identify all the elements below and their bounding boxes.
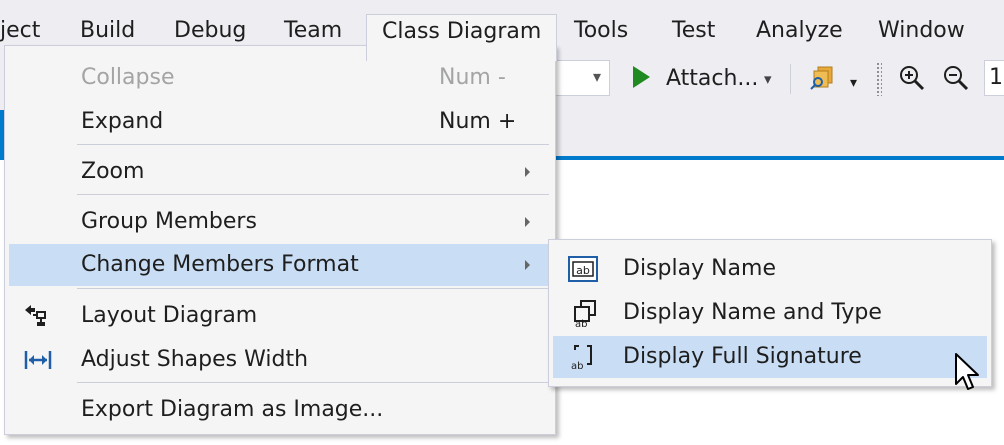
zoom-in-icon[interactable]: [898, 64, 926, 94]
toolbar-separator: [790, 64, 791, 94]
menu-item-label: Export Diagram as Image...: [81, 397, 384, 422]
display-name-icon: ab: [567, 254, 598, 284]
menu-item-shortcut: Num -: [439, 65, 506, 90]
display-full-signature-icon: ab: [567, 342, 597, 372]
find-in-files-icon[interactable]: [808, 64, 836, 94]
menu-debug[interactable]: Debug: [174, 14, 246, 48]
solution-config-combo[interactable]: ▾: [548, 60, 610, 96]
menu-separator: [77, 382, 549, 383]
submenu-arrow-icon: [525, 260, 530, 270]
submenu-item-label: Display Name: [623, 256, 776, 281]
attach-dropdown-icon[interactable]: ▾: [764, 64, 772, 94]
svg-text:ab: ab: [576, 264, 590, 277]
toolbar-overflow-icon[interactable]: ▾: [850, 68, 857, 98]
adjust-width-icon: [23, 346, 52, 374]
menu-analyze[interactable]: Analyze: [756, 14, 843, 48]
mouse-pointer-icon: [954, 352, 982, 394]
play-icon[interactable]: [633, 66, 650, 88]
attach-button[interactable]: Attach...: [666, 62, 758, 96]
menu-item-label: Expand: [81, 109, 164, 134]
menu-project[interactable]: ject: [0, 14, 40, 48]
menu-item-layout-diagram[interactable]: Layout Diagram: [9, 296, 551, 336]
menu-class-diagram[interactable]: Class Diagram: [366, 14, 558, 61]
submenu-arrow-icon: [525, 217, 530, 227]
zoom-level-field[interactable]: 1(: [984, 60, 1004, 96]
zoom-out-icon[interactable]: [942, 64, 970, 94]
menu-item-label: Adjust Shapes Width: [81, 347, 309, 372]
menu-separator: [77, 144, 549, 145]
toolbar-grip[interactable]: [876, 62, 882, 96]
menu-build[interactable]: Build: [80, 14, 135, 48]
submenu-item-label: Display Full Signature: [623, 344, 862, 369]
menu-item-expand[interactable]: Expand Num +: [9, 102, 551, 142]
submenu-item-label: Display Name and Type: [623, 300, 882, 325]
menu-item-label: Group Members: [81, 209, 257, 234]
menu-item-change-members-format[interactable]: Change Members Format: [9, 244, 551, 286]
menu-item-group-members[interactable]: Group Members: [9, 202, 551, 242]
menu-item-zoom[interactable]: Zoom: [9, 152, 551, 192]
change-members-format-submenu: ab Display Name ab Display Name and Type…: [548, 239, 992, 387]
class-diagram-menu: Collapse Num - Expand Num + Zoom Group M…: [4, 45, 556, 435]
display-name-and-type-icon: ab: [567, 298, 597, 330]
layout-diagram-icon: [23, 302, 51, 330]
submenu-item-display-full-signature[interactable]: ab Display Full Signature: [553, 336, 987, 378]
menu-item-export-diagram[interactable]: Export Diagram as Image...: [9, 390, 551, 430]
menu-item-label: Change Members Format: [81, 252, 359, 277]
menu-separator: [77, 194, 549, 195]
menu-window[interactable]: Window: [878, 14, 965, 48]
menu-item-label: Collapse: [81, 65, 175, 90]
submenu-arrow-icon: [525, 167, 530, 177]
menu-tools[interactable]: Tools: [574, 14, 628, 48]
submenu-item-display-name[interactable]: ab Display Name: [553, 248, 987, 290]
menu-item-label: Zoom: [81, 159, 145, 184]
svg-text:ab: ab: [575, 319, 587, 328]
submenu-item-display-name-and-type[interactable]: ab Display Name and Type: [553, 292, 987, 334]
menu-team[interactable]: Team: [284, 14, 342, 48]
menu-separator: [77, 288, 549, 289]
svg-text:ab: ab: [571, 361, 583, 372]
menu-test[interactable]: Test: [672, 14, 715, 48]
chevron-down-icon: ▾: [592, 67, 601, 86]
menu-item-adjust-shapes-width[interactable]: Adjust Shapes Width: [9, 340, 551, 380]
menu-item-shortcut: Num +: [439, 109, 517, 134]
menu-item-label: Layout Diagram: [81, 303, 258, 328]
menu-item-collapse[interactable]: Collapse Num -: [9, 58, 551, 98]
